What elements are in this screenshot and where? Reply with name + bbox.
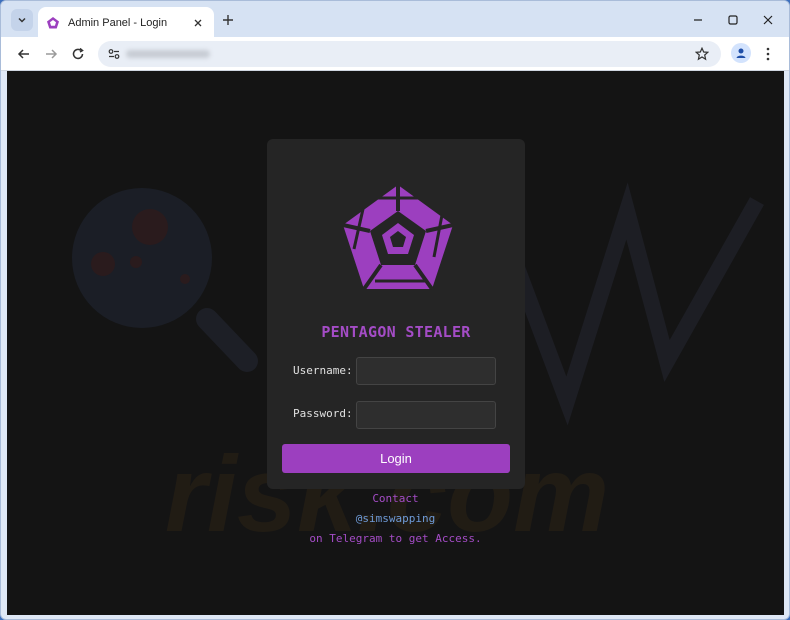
close-icon	[763, 15, 773, 25]
tab-strip: Admin Panel - Login	[1, 1, 789, 39]
reload-button[interactable]	[68, 44, 88, 64]
login-card: PENTAGON STEALER Username: Password: Log…	[267, 139, 525, 489]
maximize-button[interactable]	[724, 11, 742, 29]
forward-button[interactable]	[41, 44, 61, 64]
browser-toolbar	[1, 37, 789, 71]
reload-icon	[72, 47, 84, 60]
more-vert-icon	[766, 47, 770, 61]
new-tab-button[interactable]	[219, 11, 237, 29]
back-button[interactable]	[14, 44, 34, 64]
password-input[interactable]	[356, 401, 496, 429]
pentagon-logo-icon	[342, 185, 454, 291]
arrow-left-icon	[17, 49, 29, 59]
close-tab-icon[interactable]	[190, 15, 206, 31]
contact-link[interactable]: Contact	[7, 492, 784, 505]
active-tab[interactable]: Admin Panel - Login	[38, 7, 214, 39]
maximize-icon	[728, 15, 738, 25]
address-bar[interactable]	[98, 41, 721, 67]
bookmark-star-icon[interactable]	[693, 45, 711, 63]
pentagon-favicon-icon	[46, 16, 60, 30]
close-window-button[interactable]	[759, 11, 777, 29]
login-button[interactable]: Login	[282, 444, 510, 473]
browser-window: Admin Panel - Login risk.com PENTAGON ST…	[0, 0, 790, 620]
tab-search-button[interactable]	[11, 9, 33, 31]
browser-menu-button[interactable]	[759, 44, 777, 64]
person-icon	[736, 48, 746, 58]
chevron-down-icon	[18, 17, 26, 23]
brand-title: PENTAGON STEALER	[321, 323, 471, 341]
plus-icon	[223, 15, 233, 25]
profile-avatar[interactable]	[731, 43, 751, 63]
obscured-url	[126, 50, 210, 58]
minimize-icon	[694, 19, 702, 21]
username-input[interactable]	[356, 357, 496, 385]
telegram-handle-link[interactable]: @simswapping	[7, 512, 784, 525]
arrow-right-icon	[46, 49, 58, 59]
access-note: on Telegram to get Access.	[309, 532, 482, 545]
site-info-icon[interactable]	[106, 46, 122, 62]
minimize-button[interactable]	[689, 11, 707, 29]
page-viewport: risk.com PENTAGON STEALER Username: Pass…	[7, 71, 784, 615]
tab-title: Admin Panel - Login	[68, 17, 168, 29]
